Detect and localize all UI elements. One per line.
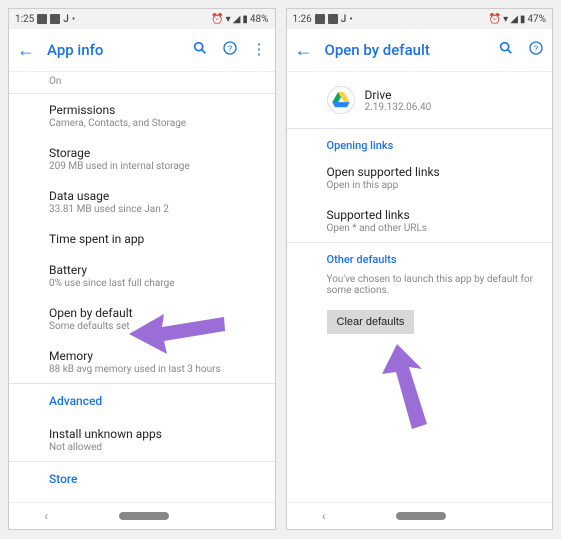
svg-text:?: ? — [534, 44, 538, 54]
status-bar: 1:25 J • ⏰ ▾ ◢ ▮ 48% — [9, 9, 275, 29]
search-icon[interactable] — [192, 40, 208, 60]
battery-pct: 48% — [250, 14, 269, 25]
row-sub: Some defaults set — [49, 321, 259, 332]
row-install-unknown[interactable]: Install unknown apps Not allowed — [9, 418, 275, 461]
search-icon[interactable] — [498, 40, 514, 60]
row-on[interactable]: On — [9, 72, 275, 93]
nav-home-icon[interactable] — [119, 512, 169, 520]
row-battery[interactable]: Battery 0% use since last full charge — [9, 254, 275, 297]
row-sub: 209 MB used in internal storage — [49, 161, 259, 172]
nav-home-icon[interactable] — [396, 512, 446, 520]
clear-defaults-button[interactable]: Clear defaults — [327, 310, 415, 334]
back-arrow-icon[interactable]: ← — [295, 40, 315, 61]
row-title: Install unknown apps — [49, 427, 259, 441]
row-advanced[interactable]: Advanced — [9, 384, 275, 418]
row-title: Battery — [49, 263, 259, 277]
section-opening-links: Opening links — [287, 129, 553, 156]
section-other-defaults: Other defaults — [287, 243, 553, 270]
page-title: App info — [47, 41, 182, 59]
row-time-spent[interactable]: Time spent in app — [9, 223, 275, 254]
notif-icon — [328, 14, 338, 24]
row-title: Permissions — [49, 103, 259, 117]
row-sub: 33.81 MB used since Jan 2 — [49, 204, 259, 215]
status-bar: 1:26 J • ⏰ ▾ ◢ ▮ 47% — [287, 9, 553, 29]
notif-text: J — [63, 14, 69, 25]
nav-bar: ‹ — [9, 502, 275, 529]
nav-bar: ‹ — [287, 502, 553, 529]
row-data-usage[interactable]: Data usage 33.81 MB used since Jan 2 — [9, 180, 275, 223]
row-title: Memory — [49, 349, 259, 363]
settings-list: On Permissions Camera, Contacts, and Sto… — [9, 72, 275, 502]
notif-text: J — [341, 14, 347, 25]
settings-list: Drive 2.19.132.06.40 Opening links Open … — [287, 72, 553, 502]
nav-back-icon[interactable]: ‹ — [322, 509, 326, 523]
nav-back-icon[interactable]: ‹ — [44, 509, 48, 523]
app-name: Drive — [365, 88, 432, 102]
alarm-icon: ⏰ — [211, 14, 223, 25]
row-supported-links[interactable]: Supported links Open * and other URLs — [287, 199, 553, 242]
page-title: Open by default — [325, 41, 489, 59]
notif-dot: • — [72, 14, 75, 25]
signal-icon: ◢ — [233, 14, 241, 25]
back-arrow-icon[interactable]: ← — [17, 40, 37, 61]
help-icon[interactable]: ? — [222, 40, 238, 60]
app-header: ← Open by default ? — [287, 29, 553, 72]
row-title: Data usage — [49, 189, 259, 203]
row-sub: Open * and other URLs — [327, 223, 537, 234]
row-store[interactable]: Store — [9, 462, 275, 496]
overflow-menu-icon[interactable]: ⋮ — [252, 40, 267, 60]
drive-app-icon — [327, 86, 355, 114]
row-storage[interactable]: Storage 209 MB used in internal storage — [9, 137, 275, 180]
row-memory[interactable]: Memory 88 kB avg memory used in last 3 h… — [9, 340, 275, 383]
row-permissions[interactable]: Permissions Camera, Contacts, and Storag… — [9, 94, 275, 137]
battery-icon: ▮ — [242, 14, 248, 25]
row-title: Supported links — [327, 208, 537, 222]
wifi-icon: ▾ — [226, 14, 231, 25]
row-title: On — [49, 76, 259, 87]
app-info-block: Drive 2.19.132.06.40 — [287, 72, 553, 128]
app-header: ← App info ? ⋮ — [9, 29, 275, 72]
status-time: 1:26 — [293, 14, 312, 25]
status-time: 1:25 — [15, 14, 34, 25]
notif-icon — [315, 14, 325, 24]
signal-icon: ◢ — [510, 14, 518, 25]
row-title: Open by default — [49, 306, 259, 320]
row-sub: Camera, Contacts, and Storage — [49, 118, 259, 129]
svg-text:?: ? — [227, 44, 231, 54]
notif-icon — [37, 14, 47, 24]
row-open-supported-links[interactable]: Open supported links Open in this app — [287, 156, 553, 199]
wifi-icon: ▾ — [503, 14, 508, 25]
row-title: Storage — [49, 146, 259, 160]
battery-pct: 47% — [527, 14, 546, 25]
phone-left: 1:25 J • ⏰ ▾ ◢ ▮ 48% ← App info ? ⋮ — [8, 8, 276, 530]
battery-icon: ▮ — [520, 14, 526, 25]
alarm-icon: ⏰ — [489, 14, 501, 25]
row-sub: Not allowed — [49, 442, 259, 453]
row-sub: Open in this app — [327, 180, 537, 191]
help-icon[interactable]: ? — [528, 40, 544, 60]
defaults-description: You've chosen to launch this app by defa… — [287, 270, 553, 306]
phone-right: 1:26 J • ⏰ ▾ ◢ ▮ 47% ← Open by default ? — [286, 8, 554, 530]
row-title: Open supported links — [327, 165, 537, 179]
row-title: Time spent in app — [49, 232, 259, 246]
row-open-by-default[interactable]: Open by default Some defaults set — [9, 297, 275, 340]
app-version: 2.19.132.06.40 — [365, 102, 432, 113]
notif-icon — [50, 14, 60, 24]
row-sub: 0% use since last full charge — [49, 278, 259, 289]
row-sub: 88 kB avg memory used in last 3 hours — [49, 364, 259, 375]
notif-dot: • — [349, 14, 352, 25]
